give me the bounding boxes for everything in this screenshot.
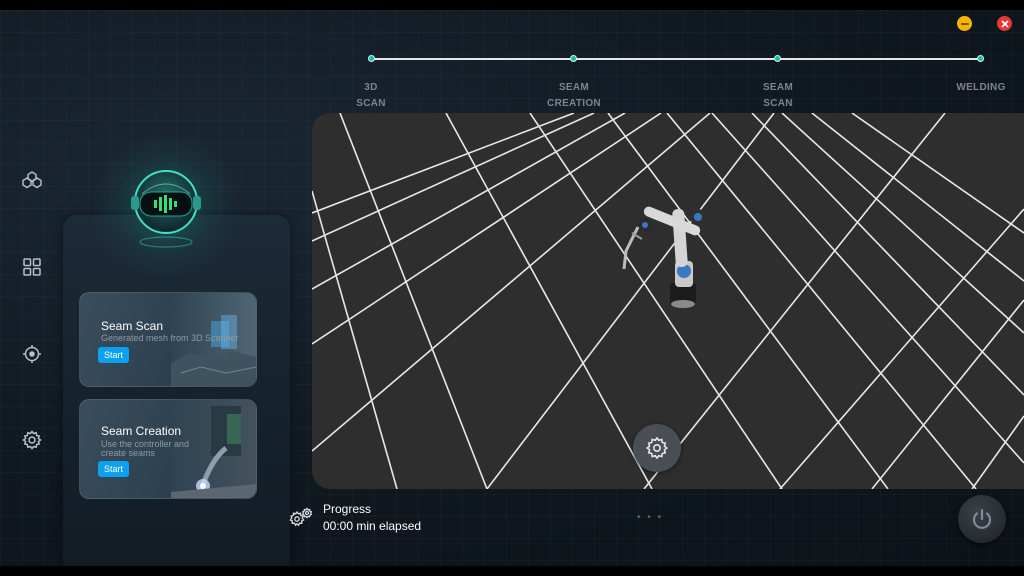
step-dot [977,55,984,62]
step-seam-scan[interactable]: SEAM SCAN [733,80,823,112]
progress-title: Progress [323,502,372,516]
target-icon[interactable] [22,344,42,364]
power-icon [972,508,992,529]
seam-scan-start-button[interactable]: Start [98,347,130,363]
elapsed-time: 00:00 min elapsed [323,519,422,533]
card-description: Generated mesh from 3D Scanner [101,333,239,343]
step-3d-scan[interactable]: 3D SCAN [326,80,416,112]
step-welding[interactable]: WELDING [936,80,1024,96]
step-dot [368,55,375,62]
cubes-icon[interactable] [22,170,42,190]
viewport-settings-button[interactable] [633,424,681,472]
gear-icon[interactable] [22,430,42,450]
step-dot [774,55,781,62]
power-button[interactable] [958,495,1006,543]
pager-dots: • • • [637,512,664,523]
assistant-robot-icon [131,170,201,248]
seam-creation-start-button[interactable]: Start [98,461,130,477]
grid-icon[interactable] [22,257,42,277]
app-window: 3DSCAN SEAMCREATION SEAMSCAN WELDING [0,10,1024,566]
minimize-icon[interactable] [957,16,972,31]
close-icon[interactable] [997,16,1012,31]
card-title: Seam Scan [101,319,164,333]
step-dot [570,55,577,62]
workflow-progress-line [371,58,981,60]
card-title: Seam Creation [101,424,182,438]
gears-icon [289,507,313,527]
seam-scan-card[interactable]: Seam Scan Generated mesh from 3D Scanner… [79,292,257,387]
seam-creation-card[interactable]: Seam Creation Use the controller and cre… [79,399,257,499]
gear-icon [645,436,669,460]
step-seam-creation[interactable]: SEAM CREATION [529,80,619,112]
card-description: Use the controller and create seams [101,439,190,458]
